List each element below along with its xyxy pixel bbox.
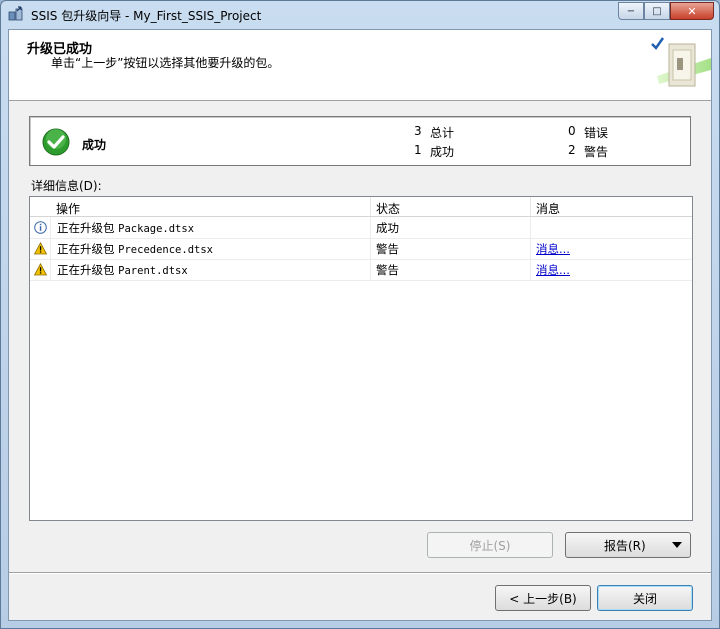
page-subtitle: 单击“上一步”按钮以选择其他要升级的包。 xyxy=(51,56,280,70)
wizard-window: SSIS 包升级向导 - My_First_SSIS_Project − □ ✕… xyxy=(0,0,720,629)
row-action: 正在升级包 Precedence.dtsx xyxy=(57,241,213,257)
details-label: 详细信息(D): xyxy=(31,179,102,193)
action-prefix: 正在升级包 xyxy=(57,221,115,235)
page-header: 升级已成功 单击“上一步”按钮以选择其他要升级的包。 xyxy=(9,30,711,101)
grid-header: 操作 状态 消息 xyxy=(30,197,692,217)
row-message-link[interactable]: 消息... xyxy=(536,241,570,257)
window-controls: − □ ✕ xyxy=(618,2,714,20)
dropdown-arrow-icon[interactable] xyxy=(672,542,682,548)
column-header-status[interactable]: 状态 xyxy=(376,200,400,217)
row-status: 警告 xyxy=(376,263,399,277)
row-message-link[interactable]: 消息... xyxy=(536,262,570,278)
warning-count: 2 xyxy=(568,143,576,157)
summary-status: 成功 xyxy=(82,138,107,152)
column-divider xyxy=(370,217,371,280)
ssis-app-icon xyxy=(8,6,23,21)
details-grid[interactable]: 操作 状态 消息 正在升级包 Package.dtsx 成功 正在升级包 Pre… xyxy=(29,196,693,521)
total-label: 总计 xyxy=(430,126,455,140)
close-window-button[interactable]: ✕ xyxy=(670,2,714,20)
total-count: 3 xyxy=(414,124,422,138)
package-file: Package.dtsx xyxy=(118,223,195,235)
warning-label: 警告 xyxy=(584,145,609,159)
column-divider[interactable] xyxy=(370,197,371,216)
minimize-icon: − xyxy=(626,5,636,17)
error-label: 错误 xyxy=(584,126,609,140)
back-button[interactable]: < 上一步(B) xyxy=(495,585,591,611)
row-action: 正在升级包 Parent.dtsx xyxy=(57,262,188,278)
column-divider xyxy=(530,217,531,280)
table-row[interactable]: 正在升级包 Parent.dtsx 警告 消息... xyxy=(30,259,692,281)
package-file: Parent.dtsx xyxy=(118,265,188,277)
close-icon: ✕ xyxy=(687,4,697,18)
column-header-message[interactable]: 消息 xyxy=(536,200,560,217)
wizard-banner-icon xyxy=(649,36,711,94)
maximize-button[interactable]: □ xyxy=(644,2,670,20)
row-action: 正在升级包 Package.dtsx xyxy=(57,220,194,236)
action-prefix: 正在升级包 xyxy=(57,263,115,277)
column-header-action[interactable]: 操作 xyxy=(56,200,80,217)
window-title: SSIS 包升级向导 - My_First_SSIS_Project xyxy=(31,9,262,23)
title-bar[interactable]: SSIS 包升级向导 - My_First_SSIS_Project − □ ✕ xyxy=(1,1,719,29)
table-row[interactable]: 正在升级包 Package.dtsx 成功 xyxy=(30,217,692,239)
icon-column-divider xyxy=(50,217,51,280)
column-divider[interactable] xyxy=(530,197,531,216)
success-label: 成功 xyxy=(430,145,455,159)
maximize-icon: □ xyxy=(652,5,662,17)
info-icon xyxy=(34,221,47,234)
error-count: 0 xyxy=(568,124,576,138)
stop-button[interactable]: 停止(S) xyxy=(427,532,553,558)
report-button[interactable]: 报告(R) xyxy=(565,532,691,558)
action-prefix: 正在升级包 xyxy=(57,242,115,256)
footer-divider xyxy=(9,572,711,574)
success-check-icon xyxy=(42,128,70,156)
minimize-button[interactable]: − xyxy=(618,2,644,20)
warning-icon xyxy=(34,242,47,255)
close-button[interactable]: 关闭 xyxy=(597,585,693,611)
package-file: Precedence.dtsx xyxy=(118,244,213,256)
warning-icon xyxy=(34,263,47,276)
row-status: 成功 xyxy=(376,221,399,235)
wizard-page: 升级已成功 单击“上一步”按钮以选择其他要升级的包。 成功 3 总计 1 成功 … xyxy=(8,29,712,621)
report-button-label: 报告(R) xyxy=(604,538,646,553)
table-row[interactable]: 正在升级包 Precedence.dtsx 警告 消息... xyxy=(30,238,692,260)
row-status: 警告 xyxy=(376,242,399,256)
summary-panel: 成功 3 总计 1 成功 0 错误 2 警告 xyxy=(29,116,691,166)
success-count: 1 xyxy=(414,143,422,157)
